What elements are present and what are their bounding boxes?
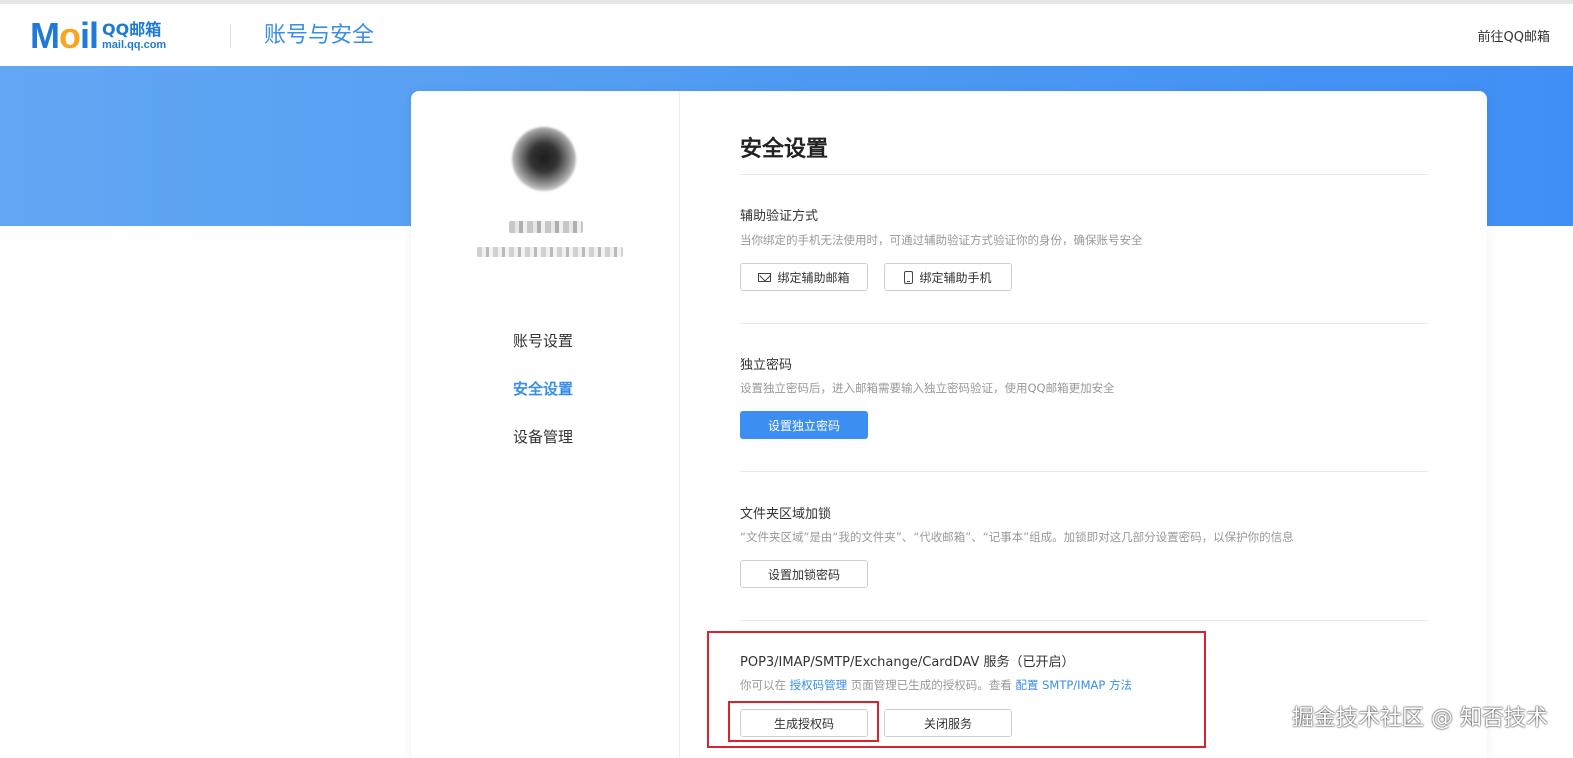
logo-domain: mail.qq.com	[102, 39, 167, 51]
sidebar-item-device-management[interactable]: 设备管理	[513, 425, 573, 473]
user-account-redacted	[477, 247, 623, 257]
bind-aux-phone-label: 绑定辅助手机	[919, 270, 992, 285]
sidebar-item-security-settings[interactable]: 安全设置	[513, 377, 573, 425]
folder-lock-title: 文件夹区域加锁	[740, 507, 832, 522]
divider	[740, 620, 1428, 621]
sidebar-item-account-settings[interactable]: 账号设置	[513, 329, 573, 377]
aux-verify-title: 辅助验证方式	[740, 209, 819, 224]
watermark: 掘金技术社区 @ 知否技术	[1292, 706, 1548, 731]
bind-aux-email-label: 绑定辅助邮箱	[777, 270, 850, 285]
aux-verify-desc: 当你绑定的手机无法使用时，可通过辅助验证方式验证你的身份，确保账号安全	[740, 233, 1143, 247]
mail-icon	[758, 272, 772, 282]
logo-text: QQ邮箱 mail.qq.com	[102, 20, 167, 52]
goto-qq-mail-link[interactable]: 前往QQ邮箱	[1478, 26, 1550, 45]
folder-lock-desc: “文件夹区域”是由“我的文件夹”、“代收邮箱”、“记事本”组成。加锁即对这几部分…	[740, 530, 1294, 544]
divider	[740, 323, 1428, 324]
set-lock-password-button[interactable]: 设置加锁密码	[740, 560, 868, 588]
avatar	[512, 127, 576, 191]
logo-cn: QQ邮箱	[102, 20, 162, 39]
independent-password-title: 独立密码	[740, 358, 793, 373]
header-divider	[230, 24, 231, 48]
divider	[740, 174, 1428, 175]
qq-mail-logo[interactable]: Moil QQ邮箱 mail.qq.com	[30, 18, 166, 54]
bind-aux-phone-button[interactable]: 绑定辅助手机	[884, 263, 1012, 291]
sidebar-nav: 账号设置 安全设置 设备管理	[513, 329, 573, 473]
logo-mail-wordmark: Moil	[30, 15, 99, 56]
section-heading: 安全设置	[740, 137, 829, 162]
phone-icon	[904, 270, 914, 284]
user-nickname-redacted	[509, 221, 583, 233]
independent-password-desc: 设置独立密码后，进入邮箱需要输入独立密码验证，使用QQ邮箱更加安全	[740, 381, 1115, 395]
highlight-box-generate-button	[728, 701, 879, 742]
page-title: 账号与安全	[264, 23, 375, 48]
sidebar: 账号设置 安全设置 设备管理	[411, 91, 680, 758]
set-independent-password-button[interactable]: 设置独立密码	[740, 411, 868, 439]
divider	[740, 471, 1428, 472]
header: Moil QQ邮箱 mail.qq.com 账号与安全 前往QQ邮箱	[0, 4, 1573, 66]
bind-aux-email-button[interactable]: 绑定辅助邮箱	[740, 263, 868, 291]
